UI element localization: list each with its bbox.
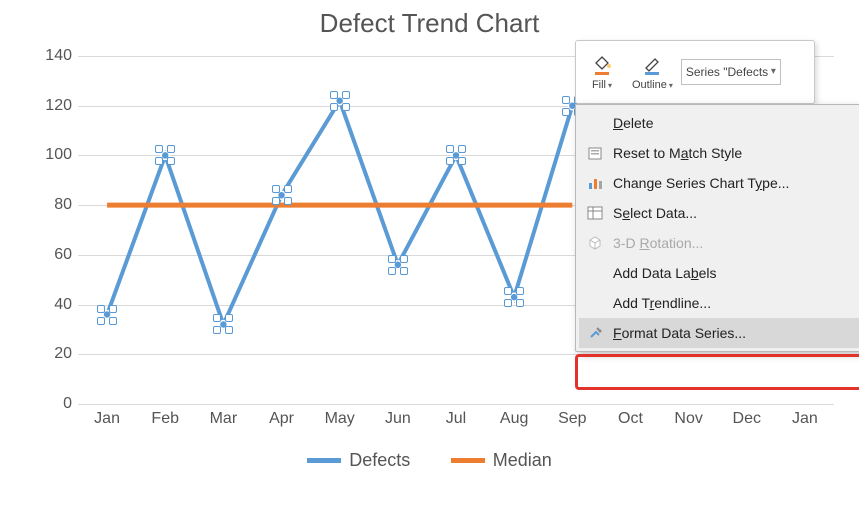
legend-swatch-defects <box>307 458 341 463</box>
selection-handle[interactable] <box>562 96 570 104</box>
x-axis-label: Jan <box>792 410 818 428</box>
fill-icon <box>591 54 613 79</box>
menu-item-reset[interactable]: Reset to Match Style <box>579 138 859 168</box>
menu-item-label: Add Data Labels <box>613 265 717 281</box>
menu-item-delete[interactable]: Delete <box>579 108 859 138</box>
menu-item-label: Change Series Chart Type... <box>613 175 789 191</box>
selection-handle[interactable] <box>458 145 466 153</box>
x-axis-label: Aug <box>500 410 528 428</box>
menu-item-label: 3-D Rotation... <box>613 235 703 251</box>
selection-handle[interactable] <box>167 145 175 153</box>
selection-handle[interactable] <box>225 326 233 334</box>
cube-icon <box>585 233 605 253</box>
selection-handle[interactable] <box>213 326 221 334</box>
selection-handle[interactable] <box>504 287 512 295</box>
chevron-down-icon: ▾ <box>669 81 673 90</box>
fill-button[interactable]: Fill▾ <box>580 52 624 93</box>
select-data-icon <box>585 203 605 223</box>
x-axis-label: Feb <box>151 410 179 428</box>
selection-handle[interactable] <box>167 157 175 165</box>
selection-handle[interactable] <box>388 267 396 275</box>
selection-handle[interactable] <box>284 197 292 205</box>
selection-handle[interactable] <box>272 197 280 205</box>
selection-handle[interactable] <box>504 299 512 307</box>
chevron-down-icon: ▾ <box>608 81 612 90</box>
series-defects[interactable] <box>107 101 572 325</box>
selection-handle[interactable] <box>97 317 105 325</box>
selection-handle[interactable] <box>516 299 524 307</box>
menu-item-select-data[interactable]: Select Data... <box>579 198 859 228</box>
reset-icon <box>585 143 605 163</box>
selection-handle[interactable] <box>458 157 466 165</box>
series-select-dropdown[interactable]: Series "Defects ▾ <box>681 59 781 85</box>
selection-handle[interactable] <box>446 145 454 153</box>
legend-swatch-median <box>451 458 485 463</box>
fill-label: Fill <box>592 79 606 91</box>
selection-handle[interactable] <box>213 314 221 322</box>
selection-handle[interactable] <box>388 255 396 263</box>
menu-item-label: Format Data Series... <box>613 325 746 341</box>
selection-handle[interactable] <box>330 91 338 99</box>
x-axis-label: Jan <box>94 410 120 428</box>
menu-item-change-type[interactable]: Change Series Chart Type... <box>579 168 859 198</box>
menu-item-format-series[interactable]: Format Data Series... <box>579 318 859 348</box>
x-axis-label: Dec <box>733 410 761 428</box>
selection-handle[interactable] <box>516 287 524 295</box>
outline-button[interactable]: Outline▾ <box>626 52 679 93</box>
x-axis-labels: Jan Feb Mar Apr May Jun Jul Aug Sep Oct Nov Dec Jan <box>54 410 834 434</box>
selection-handle[interactable] <box>109 317 117 325</box>
x-axis-label: Mar <box>210 410 238 428</box>
selection-handle[interactable] <box>284 185 292 193</box>
x-axis-label: Sep <box>558 410 586 428</box>
selection-handle[interactable] <box>342 91 350 99</box>
legend-label-defects: Defects <box>349 450 410 471</box>
selection-handle[interactable] <box>97 305 105 313</box>
selection-handle[interactable] <box>400 255 408 263</box>
legend-label-median: Median <box>493 450 552 471</box>
menu-item-label: Select Data... <box>613 205 697 221</box>
x-axis-label: Oct <box>618 410 643 428</box>
outline-label: Outline <box>632 79 667 91</box>
menu-item-label: Delete <box>613 115 653 131</box>
legend-defects[interactable]: Defects <box>307 450 410 471</box>
series-select-value: Series "Defects <box>686 60 768 84</box>
outline-icon <box>641 54 663 79</box>
x-axis-label: Jul <box>446 410 466 428</box>
format-series-icon <box>585 323 605 343</box>
x-axis-label: May <box>325 410 355 428</box>
chevron-down-icon: ▾ <box>771 60 776 84</box>
selection-handle[interactable] <box>155 157 163 165</box>
menu-item-data-labels[interactable]: Add Data Labels▶ <box>579 258 859 288</box>
bar-chart-icon <box>585 173 605 193</box>
mini-toolbar: Fill▾ Outline▾ Series "Defects ▾ <box>575 40 815 104</box>
selection-handle[interactable] <box>400 267 408 275</box>
menu-item-label: Reset to Match Style <box>613 145 742 161</box>
legend: Defects Median <box>0 450 859 471</box>
x-axis-label: Nov <box>674 410 702 428</box>
selection-handle[interactable] <box>342 103 350 111</box>
legend-median[interactable]: Median <box>451 450 552 471</box>
menu-item-trendline[interactable]: Add Trendline... <box>579 288 859 318</box>
selection-handle[interactable] <box>155 145 163 153</box>
x-axis-label: Jun <box>385 410 411 428</box>
selection-handle[interactable] <box>272 185 280 193</box>
context-menu: Delete Reset to Match Style Change Series … <box>575 104 859 352</box>
selection-handle[interactable] <box>109 305 117 313</box>
gridline <box>78 404 834 405</box>
menu-item-rotation3d: 3-D Rotation... <box>579 228 859 258</box>
selection-handle[interactable] <box>446 157 454 165</box>
selection-handle[interactable] <box>225 314 233 322</box>
selection-handle[interactable] <box>562 108 570 116</box>
x-axis-label: Apr <box>269 410 294 428</box>
selection-handle[interactable] <box>330 103 338 111</box>
chart-title: Defect Trend Chart <box>0 0 859 39</box>
menu-item-label: Add Trendline... <box>613 295 711 311</box>
